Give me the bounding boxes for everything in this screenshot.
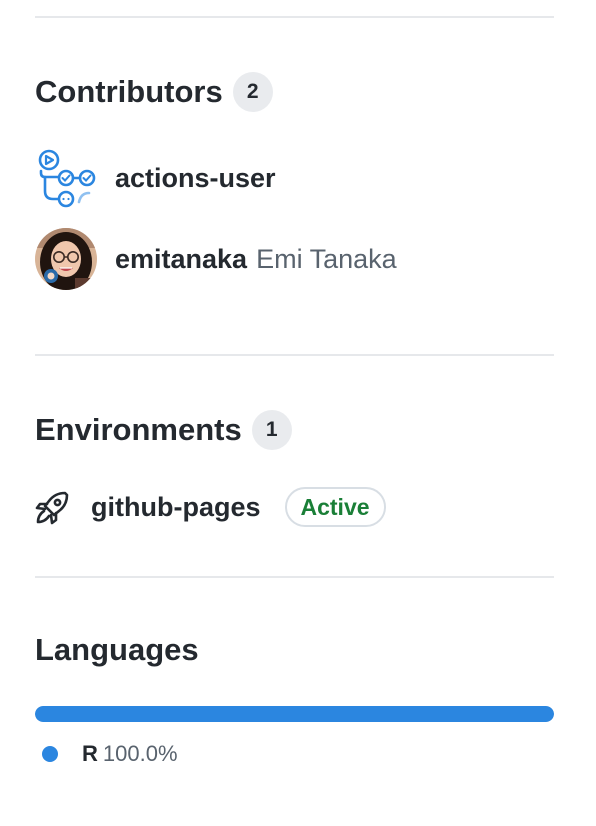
contributor-login[interactable]: emitanaka xyxy=(115,244,247,275)
rocket-icon xyxy=(35,489,71,525)
section-divider xyxy=(35,576,554,578)
environment-item[interactable]: github-pages Active xyxy=(35,487,386,527)
language-color-dot xyxy=(42,746,58,762)
language-percent: 100.0% xyxy=(102,741,178,766)
profile-photo[interactable] xyxy=(35,228,97,290)
environment-status-badge: Active xyxy=(284,487,386,527)
environment-name[interactable]: github-pages xyxy=(91,492,261,523)
languages-heading: Languages xyxy=(35,632,199,668)
contributors-heading[interactable]: Contributors 2 xyxy=(35,72,273,112)
section-divider-top xyxy=(35,16,554,18)
language-bar xyxy=(35,706,554,722)
language-item[interactable]: R 100.0% xyxy=(42,741,178,767)
section-divider xyxy=(35,354,554,356)
environments-count-badge: 1 xyxy=(251,410,292,450)
contributors-count-badge: 2 xyxy=(232,72,273,112)
environments-title: Environments xyxy=(35,412,242,447)
contributors-title: Contributors xyxy=(35,74,223,109)
languages-title: Languages xyxy=(35,632,199,667)
environments-heading[interactable]: Environments 1 xyxy=(35,410,292,450)
language-name: R xyxy=(82,741,98,766)
contributor-login[interactable]: actions-user xyxy=(115,163,276,194)
contributor-full-name: Emi Tanaka xyxy=(256,243,397,274)
contributor-actions-user[interactable]: actions-user xyxy=(35,147,276,209)
github-actions-icon[interactable] xyxy=(35,147,97,209)
language-bar-segment-r[interactable] xyxy=(35,706,554,722)
contributor-emitanaka[interactable]: emitanaka Emi Tanaka xyxy=(35,228,397,290)
